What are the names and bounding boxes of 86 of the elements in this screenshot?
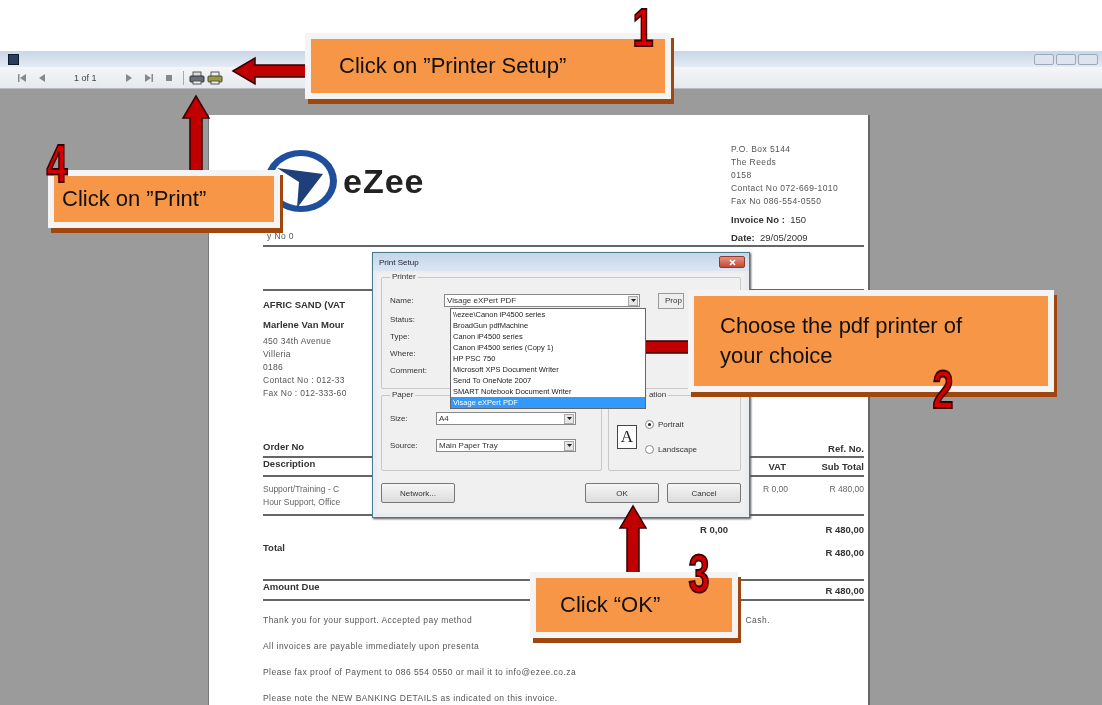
next-icon — [124, 73, 133, 82]
customer-line: Fax No : 012-333-60 — [263, 387, 348, 400]
last-page-button[interactable] — [143, 72, 154, 83]
order-no-label: Order No — [263, 441, 305, 452]
callout-text: Click “OK” — [560, 591, 662, 619]
column-header: Description — [263, 458, 316, 469]
customer-line: Villeria — [263, 348, 292, 361]
previous-icon — [38, 73, 46, 82]
dialog-title: Print Setup — [379, 257, 419, 267]
page-indicator: 1 of 1 — [74, 72, 97, 83]
paper-size-dropdown[interactable]: A4 — [436, 412, 576, 425]
invoice-note: Thank you for your support. Accepted pay method — [263, 615, 473, 625]
total-amount: R 480,00 — [825, 546, 864, 558]
close-icon — [728, 258, 736, 266]
group-label: Printer — [390, 272, 418, 281]
field-label: Name: — [390, 296, 415, 305]
company-address-line: The Reeds — [731, 156, 778, 169]
group-label: Paper — [390, 390, 416, 399]
close-button[interactable] — [719, 256, 745, 268]
ref-no-label: Ref. No. — [828, 443, 864, 454]
stop-icon — [164, 73, 173, 82]
invoice-note: Cash. — [745, 615, 770, 625]
field-label: Size: — [390, 414, 409, 423]
dropdown-arrow-icon — [630, 299, 636, 302]
customer-line: 450 34th Avenue — [263, 335, 333, 348]
printer-icon — [206, 70, 223, 85]
logo-text: eZee — [343, 161, 425, 201]
page-orientation-icon: A — [616, 425, 637, 449]
company-address-line: Fax No 086-554-0550 — [731, 195, 823, 208]
printer-setup-button[interactable] — [206, 70, 223, 85]
company-address-line: Contact No 072-669-1010 — [731, 182, 839, 195]
field-label: Source: — [390, 441, 419, 450]
company-address-line: P.O. Box 5144 — [731, 143, 792, 156]
field-label: Comment: — [390, 366, 428, 375]
orientation-radio[interactable]: Portrait — [644, 420, 698, 429]
first-page-icon — [18, 73, 26, 82]
invoice-number: Invoice No : 150 — [731, 213, 807, 226]
field-label: Where: — [390, 349, 417, 358]
customer-line: Marlene Van Mour — [263, 318, 346, 332]
previous-page-button[interactable] — [37, 72, 47, 83]
callout-text: Choose the pdf printer of — [720, 312, 964, 340]
column-header: Sub Total — [821, 461, 864, 472]
invoice-note: Please fax proof of Payment to 086 554 0550 or mail it to info@ezee.co.za — [263, 667, 577, 677]
amount-due: R 480,00 — [825, 584, 864, 596]
subtotal-total: R 480,00 — [825, 523, 864, 535]
description-line: Hour Support, Office — [263, 496, 341, 509]
copy-number: y No 0 — [267, 230, 295, 243]
ok-button[interactable]: OK — [585, 483, 659, 503]
field-label: Type: — [390, 332, 411, 341]
dropdown-arrow-icon — [566, 417, 572, 420]
last-page-icon — [144, 73, 153, 82]
printer-name-dropdown[interactable]: Visage eXPert PDF — [444, 294, 640, 307]
callout-text: your choice — [720, 342, 834, 370]
paper-source-dropdown[interactable]: Main Paper Tray — [436, 439, 576, 452]
properties-button[interactable]: Prop — [658, 292, 684, 309]
next-page-button[interactable] — [123, 72, 134, 83]
total-label: Total — [263, 542, 285, 553]
amount-due-label: Amount Due — [263, 581, 320, 592]
invoice-date: Date: 29/05/2009 — [731, 231, 809, 244]
subtotal-cell-text: R 480,00 — [829, 483, 864, 496]
group-label: ation — [646, 390, 669, 399]
column-header: VAT — [768, 461, 787, 472]
minimize-button[interactable] — [1034, 53, 1054, 65]
invoice-note: All invoices are payable immediately upon presenta — [263, 641, 480, 651]
network-button[interactable]: Network... — [381, 483, 455, 503]
customer-line: 0186 — [263, 361, 285, 374]
callout-text: Click on ”Printer Setup” — [339, 52, 568, 80]
customer-line: Contact No : 012-33 — [263, 374, 346, 387]
print-button[interactable] — [188, 70, 205, 85]
maximize-button[interactable] — [1056, 53, 1076, 65]
vat-cell-text: R 0,00 — [762, 483, 788, 496]
company-address-line: 0158 — [731, 169, 753, 182]
customer-line: AFRIC SAND (VAT — [263, 298, 346, 312]
vat-total: R 0,00 — [700, 523, 729, 535]
invoice-note: Please note the NEW BANKING DETAILS as indicated on this invoice. — [263, 693, 558, 703]
printer-icon — [188, 70, 205, 85]
description-line: Support/Training - C — [263, 483, 340, 496]
first-page-button[interactable] — [17, 72, 27, 83]
dropdown-arrow-icon — [566, 444, 572, 447]
stop-button[interactable] — [163, 72, 174, 83]
orientation-radio[interactable]: Landscape — [644, 445, 698, 454]
cancel-button[interactable]: Cancel — [667, 483, 741, 503]
callout-text: Click on ”Print” — [62, 185, 208, 213]
app-icon — [8, 53, 19, 65]
field-label: Status: — [390, 315, 416, 324]
step-number: 2 — [932, 362, 954, 416]
